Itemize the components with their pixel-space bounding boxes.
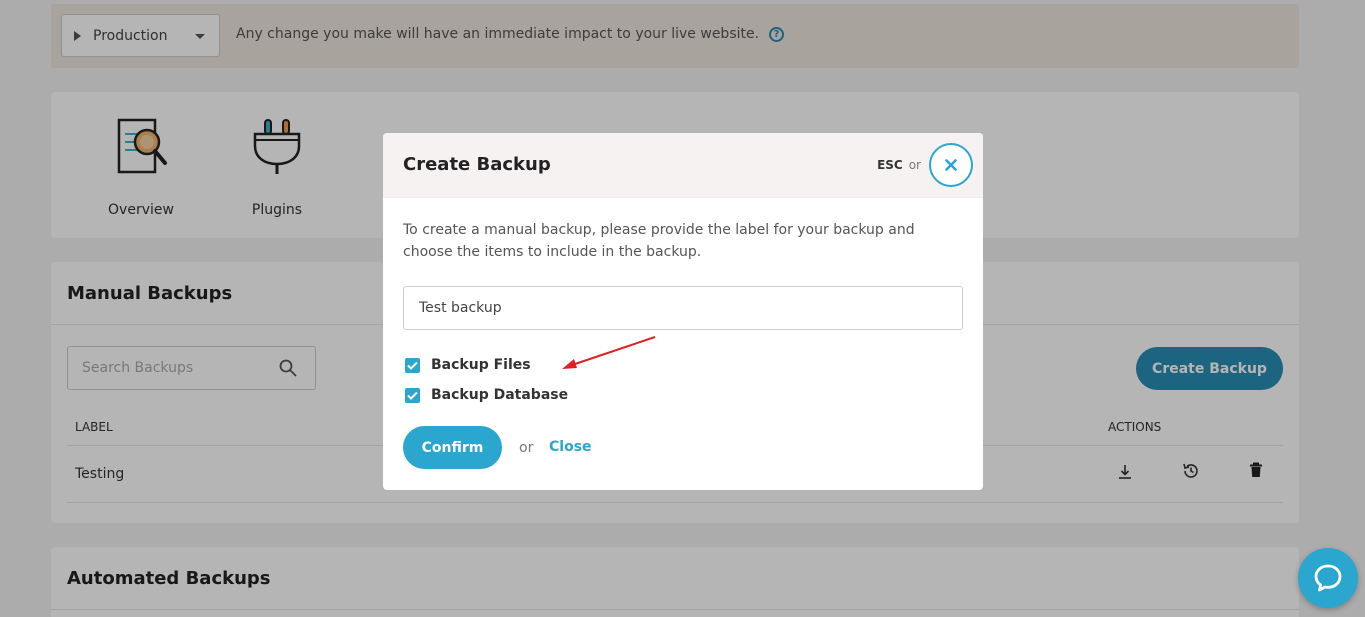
modal-header: Create Backup ESC or	[383, 133, 983, 198]
backup-database-checkbox[interactable]	[405, 387, 420, 403]
backup-database-label: Backup Database	[431, 387, 569, 403]
close-icon	[945, 159, 957, 171]
backup-label-input[interactable]	[403, 286, 963, 330]
check-icon	[407, 361, 418, 370]
esc-or-text: or	[908, 158, 921, 172]
modal-title: Create Backup	[403, 154, 551, 175]
create-backup-modal: Create Backup ESC or To create a manual …	[383, 133, 983, 490]
close-link[interactable]: Close	[549, 439, 592, 455]
esc-hint: ESC or	[877, 143, 973, 187]
confirm-button[interactable]: Confirm	[403, 426, 502, 469]
annotation-arrow-icon	[562, 336, 656, 369]
modal-description: To create a manual backup, please provid…	[403, 222, 915, 260]
backup-files-label: Backup Files	[431, 357, 531, 373]
chat-icon	[1314, 564, 1342, 592]
or-text: or	[519, 440, 534, 456]
esc-key-label: ESC	[877, 158, 903, 172]
backup-database-option[interactable]: Backup Database	[405, 387, 568, 403]
backup-files-checkbox[interactable]	[405, 357, 420, 373]
chat-widget-button[interactable]	[1298, 548, 1358, 608]
close-modal-button[interactable]	[929, 143, 973, 187]
backup-files-option[interactable]: Backup Files	[405, 357, 531, 373]
check-icon	[407, 391, 418, 400]
